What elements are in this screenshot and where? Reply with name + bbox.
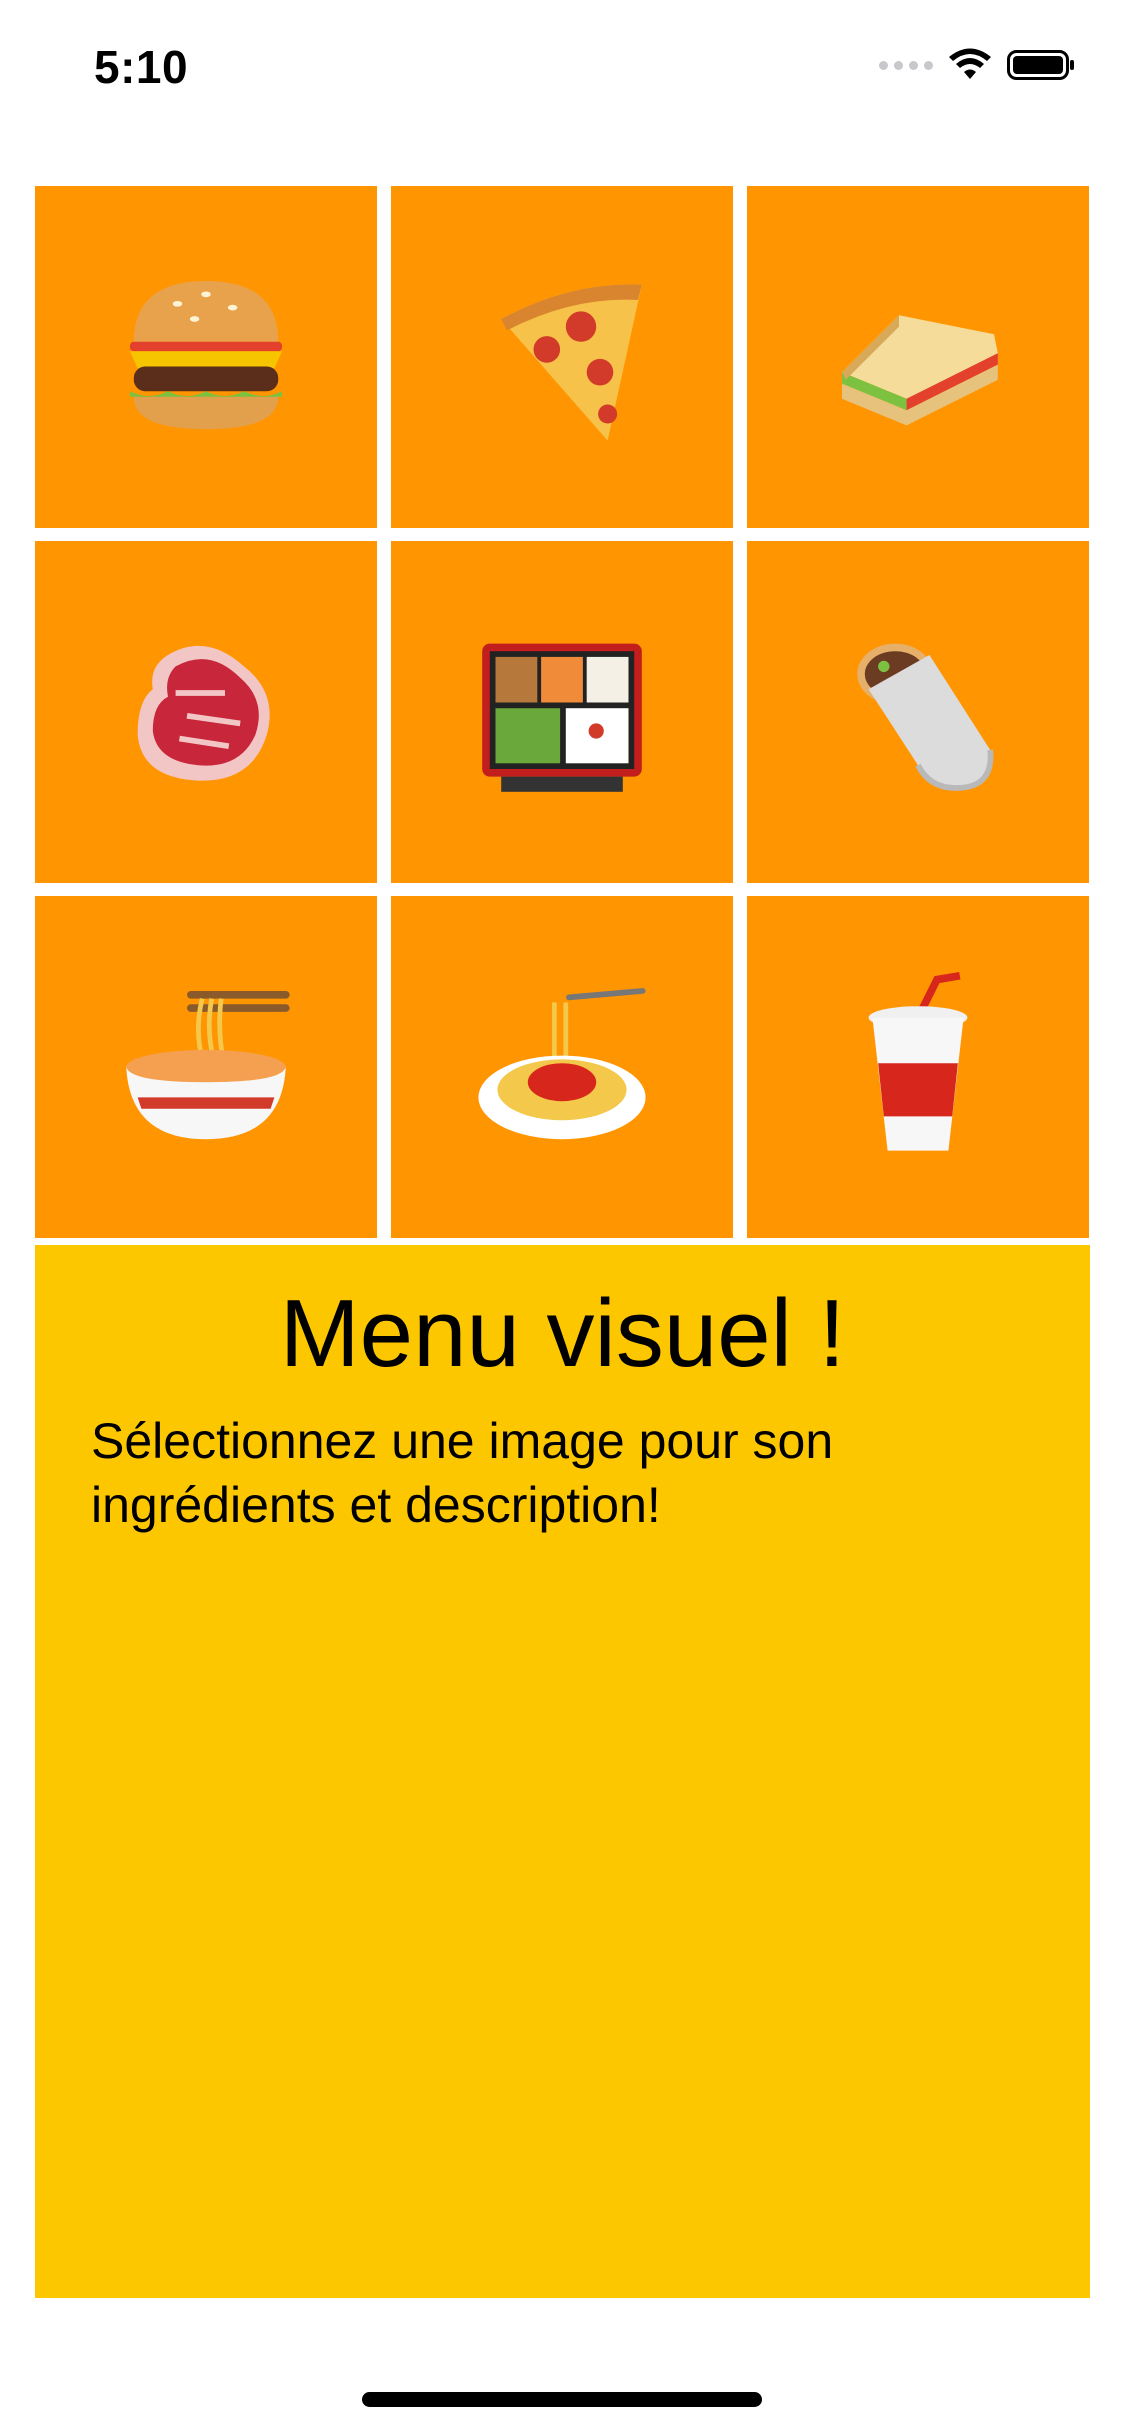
food-tile-bento[interactable] <box>391 541 733 883</box>
info-description: Sélectionnez une image pour son ingrédie… <box>91 1413 834 1533</box>
food-tile-hamburger[interactable] <box>35 186 377 528</box>
info-title: Menu visuel ! <box>279 1280 846 1387</box>
hamburger-icon <box>130 281 282 430</box>
food-tile-pizza[interactable] <box>391 186 733 528</box>
status-bar: 5:10 <box>0 0 1125 140</box>
food-tile-drink[interactable] <box>747 896 1089 1238</box>
steak-icon <box>137 645 270 781</box>
sandwich-icon <box>842 315 998 426</box>
wifi-icon <box>949 48 991 79</box>
food-tile-burrito[interactable] <box>747 541 1089 883</box>
home-indicator[interactable] <box>362 2392 762 2407</box>
cellular-signal-icon <box>879 60 933 70</box>
food-tile-sandwich[interactable] <box>747 186 1089 528</box>
noodle-bowl-icon <box>126 991 290 1140</box>
spaghetti-icon <box>478 988 646 1140</box>
soft-drink-cup-icon <box>868 972 968 1151</box>
pizza-slice-icon <box>501 284 642 441</box>
info-panel: Menu visuel ! Sélectionnez une image pou… <box>35 1245 1090 2298</box>
food-grid <box>35 186 1090 1238</box>
battery-icon <box>1007 50 1074 80</box>
bento-box-icon <box>482 643 642 792</box>
status-time: 5:10 <box>94 41 189 93</box>
food-tile-steak[interactable] <box>35 541 377 883</box>
food-tile-noodles[interactable] <box>35 896 377 1238</box>
food-tile-spaghetti[interactable] <box>391 896 733 1238</box>
burrito-icon <box>857 643 994 791</box>
status-icons <box>879 48 1077 82</box>
